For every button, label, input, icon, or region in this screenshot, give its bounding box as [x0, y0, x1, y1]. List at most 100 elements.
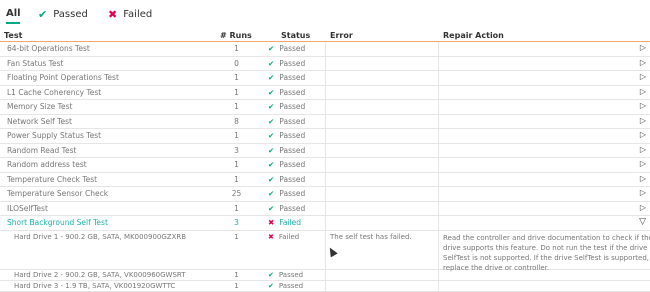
table-row-selected[interactable]: Short Background Self Test 3 ✖ Failed ▽ — [0, 216, 650, 231]
status-text: Passed — [279, 44, 306, 53]
play-icon[interactable]: ▷ — [640, 174, 646, 183]
run-count: 1 — [234, 174, 239, 184]
column-divider — [325, 56, 326, 70]
run-count: 1 — [234, 73, 239, 82]
table-row[interactable]: Temperature Sensor Check 25 ✔ Passed ▷ — [0, 187, 650, 202]
column-divider — [325, 71, 326, 85]
check-icon: ✔ — [268, 174, 275, 184]
column-divider — [325, 114, 326, 128]
table-row[interactable]: Floating Point Operations Test 1 ✔ Passed ▷ — [0, 71, 650, 86]
filter-all-tab[interactable]: All — [6, 8, 21, 19]
status-text: Passed — [278, 281, 304, 290]
play-icon[interactable]: ▷ — [640, 130, 646, 139]
test-name: Random address test — [7, 160, 87, 169]
status-cell: ✔ Passed — [268, 160, 305, 169]
play-icon[interactable]: ▷ — [640, 116, 646, 125]
column-divider — [438, 85, 439, 99]
table-row[interactable]: ILOSelfTest 1 ✔ Passed ▷ — [0, 201, 650, 216]
column-divider — [325, 129, 326, 143]
column-divider — [438, 129, 439, 143]
play-icon[interactable]: ▷ — [640, 188, 646, 197]
column-divider — [438, 216, 439, 230]
status-text: Passed — [279, 102, 306, 111]
status-text: Passed — [279, 58, 306, 68]
play-icon[interactable]: ▷ — [640, 72, 646, 81]
chevron-down-icon[interactable]: ▽ — [639, 217, 646, 227]
test-name: Short Background Self Test — [7, 218, 108, 227]
table-row[interactable]: Temperature Check Test 1 ✔ Passed ▷ — [0, 172, 650, 187]
run-count: 3 — [234, 145, 239, 155]
table-row[interactable]: Random Read Test 3 ✔ Passed ▷ — [0, 143, 650, 158]
play-icon[interactable]: ▷ — [640, 43, 646, 52]
check-icon: ✔ — [268, 102, 275, 111]
column-divider — [325, 100, 326, 114]
device-row[interactable]: Hard Drive 2 - 900.2 GB, SATA, VK000960G… — [0, 269, 650, 281]
play-icon[interactable]: ▷ — [640, 87, 646, 96]
check-icon: ✔ — [268, 189, 275, 198]
test-name: Floating Point Operations Test — [7, 73, 119, 82]
status-text: Passed — [279, 189, 306, 198]
header-repair-action[interactable]: Repair Action — [443, 31, 504, 40]
table-row[interactable]: Network Self Test 8 ✔ Passed ▷ — [0, 114, 650, 129]
table-row[interactable]: Fan Status Test 0 ✔ Passed ▷ — [0, 56, 650, 71]
play-icon[interactable]: ▷ — [640, 159, 646, 168]
header-status[interactable]: Status — [281, 31, 310, 40]
header-runs[interactable]: # Runs — [220, 31, 252, 40]
play-icon[interactable]: ▷ — [640, 101, 646, 110]
check-icon: ✔ — [268, 116, 275, 126]
header-error[interactable]: Error — [330, 31, 353, 40]
check-icon: ✔ — [268, 131, 275, 140]
column-divider — [438, 280, 439, 291]
column-divider — [438, 158, 439, 172]
play-icon[interactable]: ▷ — [640, 145, 646, 154]
check-icon: ✔ — [268, 270, 274, 279]
status-text: Passed — [278, 270, 304, 279]
column-divider — [325, 158, 326, 172]
status-cell: ✖ Failed — [268, 233, 299, 241]
table-body: 64-bit Operations Test 1 ✔ Passed ▷ Fan Statu… — [0, 42, 650, 216]
status-cell: ✔ Passed — [268, 117, 305, 126]
run-count: 1 — [234, 44, 239, 53]
header-test[interactable]: Test — [4, 31, 22, 40]
test-name: 64-bit Operations Test — [7, 44, 90, 53]
status-text: Passed — [279, 174, 306, 184]
table-row[interactable]: 64-bit Operations Test 1 ✔ Passed ▷ — [0, 42, 650, 57]
check-icon: ✔ — [268, 145, 275, 155]
run-count: 25 — [231, 189, 242, 198]
column-divider — [438, 42, 439, 56]
run-count: 8 — [234, 116, 239, 126]
column-divider — [438, 269, 439, 280]
run-count: 1 — [234, 87, 239, 97]
column-divider — [438, 114, 439, 128]
filter-failed-tab[interactable]: ✖ Failed — [108, 8, 152, 21]
status-text: Passed — [279, 160, 306, 169]
filter-bar: All ✔ Passed ✖ Failed — [0, 0, 650, 30]
run-count: 1 — [234, 270, 239, 279]
table-row[interactable]: Memory Size Test 1 ✔ Passed ▷ — [0, 100, 650, 115]
status-cell: ✔ Passed — [268, 204, 305, 213]
table-header: Test # Runs Status Error Repair Action — [0, 30, 650, 42]
column-divider — [325, 269, 326, 280]
run-count: 1 — [234, 102, 239, 111]
device-rows: Hard Drive 2 - 900.2 GB, SATA, VK000960G… — [0, 269, 650, 292]
status-text: Passed — [279, 145, 306, 155]
filter-passed-tab[interactable]: ✔ Passed — [38, 8, 88, 21]
check-icon: ✔ — [38, 8, 48, 21]
table-row[interactable]: Random address test 1 ✔ Passed ▷ — [0, 158, 650, 173]
active-tab-underline — [6, 22, 20, 24]
column-divider — [438, 172, 439, 186]
run-count: 0 — [234, 58, 239, 68]
play-icon[interactable]: ▷ — [640, 203, 646, 212]
status-cell: ✔ Passed — [268, 175, 305, 184]
error-text: The self test has failed. — [330, 232, 412, 241]
play-icon[interactable]: ▷ — [640, 58, 646, 67]
check-icon: ✔ — [268, 203, 275, 213]
status-cell: ✔ Passed — [268, 102, 305, 111]
status-text: Passed — [279, 73, 306, 82]
table-row[interactable]: Power Supply Status Test 1 ✔ Passed ▷ — [0, 129, 650, 144]
table-row[interactable]: L1 Cache Coherency Test 1 ✔ Passed ▷ — [0, 85, 650, 100]
column-divider — [325, 172, 326, 186]
x-icon: ✖ — [268, 232, 274, 241]
column-divider — [325, 201, 326, 215]
column-divider — [438, 143, 439, 157]
